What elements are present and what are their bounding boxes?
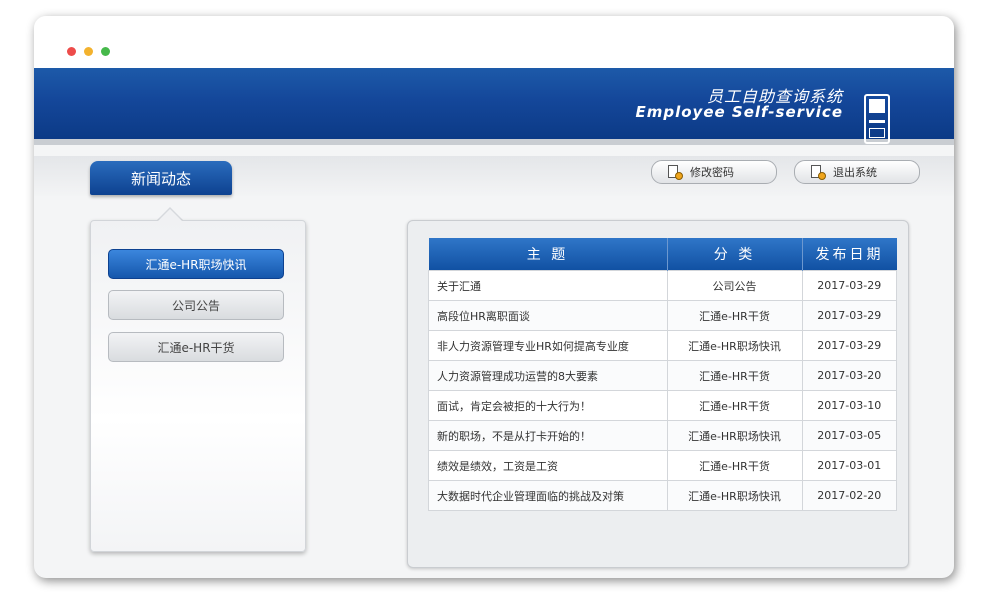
change-password-label: 修改密码 — [690, 166, 734, 179]
table-row[interactable]: 关于汇通 公司公告 2017-03-29 — [428, 270, 897, 301]
table-row[interactable]: 大数据时代企业管理面临的挑战及对策 汇通e-HR职场快讯 2017-02-20 — [428, 480, 897, 511]
category-hr-news[interactable]: 汇通e-HR职场快讯 — [108, 249, 284, 279]
panel-pointer-inner — [158, 209, 182, 221]
row-subject[interactable]: 非人力资源管理专业HR如何提高专业度 — [428, 330, 668, 361]
row-date: 2017-02-20 — [801, 480, 897, 511]
category-hr-tips[interactable]: 汇通e-HR干货 — [108, 332, 284, 362]
row-date: 2017-03-29 — [801, 330, 897, 361]
window-close-dot[interactable] — [67, 47, 76, 56]
table-header-row: 主 题 分 类 发布日期 — [428, 238, 897, 271]
row-category: 汇通e-HR职场快讯 — [666, 420, 803, 451]
table-row[interactable]: 高段位HR离职面谈 汇通e-HR干货 2017-03-29 — [428, 300, 897, 331]
column-header-date[interactable]: 发布日期 — [802, 238, 897, 271]
banner-divider — [34, 139, 954, 145]
row-date: 2017-03-29 — [801, 270, 897, 301]
row-category: 公司公告 — [666, 270, 803, 301]
row-category: 汇通e-HR干货 — [666, 300, 803, 331]
row-category: 汇通e-HR职场快讯 — [666, 480, 803, 511]
column-header-category[interactable]: 分 类 — [667, 238, 803, 271]
column-header-subject[interactable]: 主 题 — [428, 238, 668, 271]
system-title-en: Employee Self-service — [635, 103, 843, 121]
table-row[interactable]: 绩效是绩效，工资是工资 汇通e-HR干货 2017-03-01 — [428, 450, 897, 481]
row-subject[interactable]: 关于汇通 — [428, 270, 668, 301]
document-key-icon — [668, 164, 683, 180]
logout-label: 退出系统 — [833, 166, 877, 179]
table-row[interactable]: 面试，肯定会被拒的十大行为！ 汇通e-HR干货 2017-03-10 — [428, 390, 897, 421]
row-subject[interactable]: 高段位HR离职面谈 — [428, 300, 668, 331]
table-row[interactable]: 人力资源管理成功运营的8大要素 汇通e-HR干货 2017-03-20 — [428, 360, 897, 391]
row-subject[interactable]: 大数据时代企业管理面临的挑战及对策 — [428, 480, 668, 511]
change-password-button[interactable]: 修改密码 — [651, 160, 777, 184]
news-table: 主 题 分 类 发布日期 关于汇通 公司公告 2017-03-29 高段位HR离… — [428, 238, 897, 511]
row-category: 汇通e-HR职场快讯 — [666, 330, 803, 361]
row-subject[interactable]: 面试，肯定会被拒的十大行为！ — [428, 390, 668, 421]
window-maximize-dot[interactable] — [101, 47, 110, 56]
table-row[interactable]: 新的职场，不是从打卡开始的！ 汇通e-HR职场快讯 2017-03-05 — [428, 420, 897, 451]
row-date: 2017-03-05 — [801, 420, 897, 451]
row-category: 汇通e-HR干货 — [666, 360, 803, 391]
row-category: 汇通e-HR干货 — [666, 390, 803, 421]
category-announcements[interactable]: 公司公告 — [108, 290, 284, 320]
row-subject[interactable]: 绩效是绩效，工资是工资 — [428, 450, 668, 481]
row-date: 2017-03-10 — [801, 390, 897, 421]
table-row[interactable]: 非人力资源管理专业HR如何提高专业度 汇通e-HR职场快讯 2017-03-29 — [428, 330, 897, 361]
row-date: 2017-03-01 — [801, 450, 897, 481]
window-minimize-dot[interactable] — [84, 47, 93, 56]
row-date: 2017-03-29 — [801, 300, 897, 331]
row-category: 汇通e-HR干货 — [666, 450, 803, 481]
document-exit-icon — [811, 164, 826, 180]
tab-news[interactable]: 新闻动态 — [90, 161, 232, 195]
row-date: 2017-03-20 — [801, 360, 897, 391]
row-subject[interactable]: 新的职场，不是从打卡开始的！ — [428, 420, 668, 451]
logout-button[interactable]: 退出系统 — [794, 160, 920, 184]
row-subject[interactable]: 人力资源管理成功运营的8大要素 — [428, 360, 668, 391]
kiosk-icon — [864, 94, 890, 144]
